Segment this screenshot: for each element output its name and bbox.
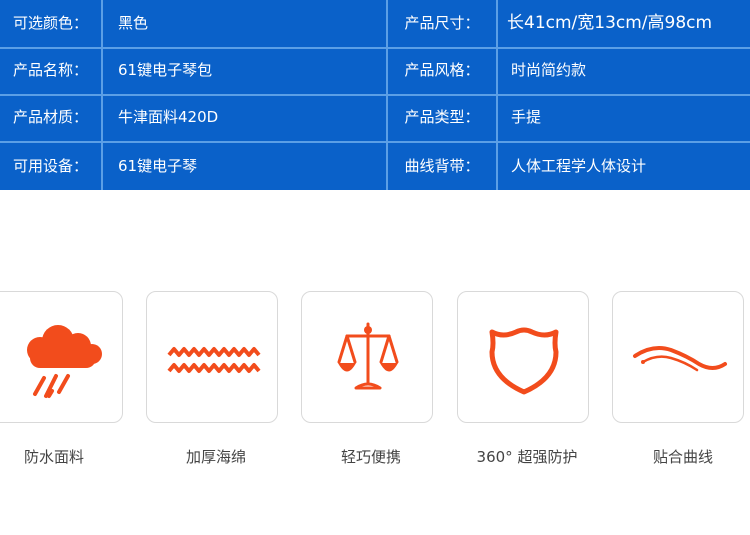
spec-label: 可选颜色： (12, 14, 88, 32)
spec-value: 61键电子琴 (118, 157, 198, 175)
feature-caption: 防水面料 (23, 448, 84, 466)
spec-label: 产品名称： (12, 61, 88, 79)
spec-row-color: 可选颜色： 黑色 产品尺寸： 长41cm/宽13cm/高98cm (0, 0, 750, 49)
wavy-lines-icon (167, 347, 261, 373)
spec-value: 手提 (511, 108, 542, 126)
spec-label: 可用设备： (12, 157, 88, 175)
spec-value: 长41cm/宽13cm/高98cm (507, 13, 713, 33)
spec-table: 可选颜色： 黑色 产品尺寸： 长41cm/宽13cm/高98cm 产品名称： 6… (0, 0, 750, 190)
feature-card-lightweight (301, 291, 433, 423)
spec-label: 产品风格： (404, 61, 480, 79)
feature-card-sponge (146, 291, 278, 423)
feature-card-waterproof (0, 291, 123, 423)
rain-cloud-icon (27, 325, 102, 398)
spec-value: 人体工程学人体设计 (511, 157, 647, 175)
feature-caption: 加厚海绵 (185, 448, 246, 466)
spec-value: 黑色 (118, 14, 149, 32)
curve-strap-icon (633, 346, 727, 372)
spec-label: 产品类型： (404, 108, 480, 126)
spec-row-device: 可用设备： 61键电子琴 曲线背带： 人体工程学人体设计 (0, 143, 750, 190)
shield-icon (489, 327, 559, 395)
feature-caption: 贴合曲线 (652, 448, 713, 466)
spec-row-name: 产品名称： 61键电子琴包 产品风格： 时尚简约款 (0, 47, 750, 96)
spec-label: 产品材质： (12, 108, 88, 126)
balance-scale-icon (337, 322, 399, 390)
spec-value: 时尚简约款 (511, 61, 587, 79)
spec-value: 牛津面料420D (118, 108, 219, 126)
spec-row-material: 产品材质： 牛津面料420D 产品类型： 手提 (0, 94, 750, 143)
feature-caption: 轻巧便携 (340, 448, 401, 466)
feature-card-protection (457, 291, 589, 423)
spec-label: 产品尺寸： (404, 14, 480, 32)
spec-label: 曲线背带： (404, 157, 480, 175)
feature-card-curve (612, 291, 744, 423)
feature-caption: 360° 超强防护 (476, 448, 578, 466)
spec-value: 61键电子琴包 (118, 61, 213, 79)
